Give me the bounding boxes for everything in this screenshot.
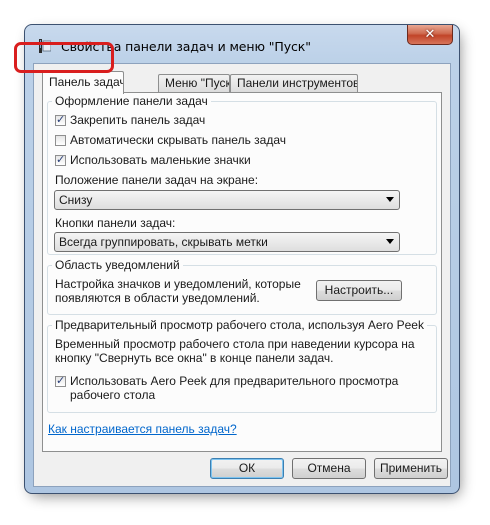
aero-peek-checkbox[interactable]: ✓ [55, 375, 66, 387]
auto-hide-option[interactable]: Автоматически скрывать панель задач [55, 133, 286, 147]
tab-panel-taskbar: Оформление панели задач ✓ Закрепить панел… [42, 92, 442, 452]
appearance-group-label: Оформление панели задач [52, 94, 211, 108]
small-icons-label: Использовать маленькие значки [70, 153, 251, 167]
tab-highlight-annotation [14, 42, 114, 73]
customize-button[interactable]: Настроить... [316, 280, 402, 301]
notification-group-label: Область уведомлений [52, 258, 183, 272]
buttons-dropdown[interactable]: Всегда группировать, скрывать метки [54, 232, 400, 252]
auto-hide-checkbox[interactable] [55, 135, 66, 146]
dialog-client: Меню "Пуск" Панели инструментов Панель з… [33, 63, 451, 487]
aero-peek-group-label: Предварительный просмотр рабочего стола,… [52, 318, 427, 332]
notification-description: Настройка значков и уведомлений, которые… [55, 277, 301, 305]
notification-group: Область уведомлений Настройка значков и … [47, 258, 437, 315]
buttons-value: Всегда группировать, скрывать метки [59, 235, 268, 249]
appearance-group: Оформление панели задач ✓ Закрепить панел… [47, 94, 437, 255]
lock-taskbar-checkbox[interactable]: ✓ [55, 114, 66, 126]
lock-taskbar-option[interactable]: ✓ Закрепить панель задач [55, 113, 205, 127]
buttons-label: Кнопки панели задач: [55, 216, 176, 230]
location-dropdown[interactable]: Снизу [54, 190, 400, 210]
aero-peek-label: Использовать Aero Peek для предварительн… [70, 374, 399, 388]
close-button[interactable]: ✕ [407, 25, 453, 45]
tab-label: Меню "Пуск" [165, 76, 230, 90]
description-line: Настройка значков и уведомлений, которые [55, 277, 301, 291]
cancel-button[interactable]: Отмена [292, 458, 366, 479]
chevron-down-icon [386, 239, 394, 244]
close-icon: ✕ [424, 26, 436, 41]
tab-strip: Меню "Пуск" Панели инструментов Панель з… [42, 71, 442, 94]
chevron-down-icon [386, 197, 394, 202]
location-value: Снизу [59, 193, 93, 207]
lock-taskbar-label: Закрепить панель задач [70, 113, 206, 127]
aero-peek-label-continuation: рабочего стола [70, 388, 156, 402]
tab-label: Панели инструментов [237, 76, 358, 90]
tab-label: Панель задач [49, 75, 124, 89]
properties-window: Свойства панели задач и меню "Пуск" ✕ Ме… [24, 24, 460, 494]
tab-taskbar[interactable]: Панель задач [42, 71, 124, 94]
auto-hide-label: Автоматически скрывать панель задач [70, 133, 287, 147]
small-icons-checkbox[interactable]: ✓ [55, 154, 66, 166]
checkmark-icon: ✓ [56, 375, 66, 387]
tab-start-menu[interactable]: Меню "Пуск" [158, 74, 230, 92]
description-line: кнопку "Свернуть все окна" в конце панел… [55, 351, 334, 365]
aero-peek-group: Предварительный просмотр рабочего стола,… [47, 318, 437, 413]
description-line: Временный просмотр рабочего стола при на… [55, 337, 415, 351]
tab-toolbars[interactable]: Панели инструментов [230, 74, 358, 92]
aero-peek-option[interactable]: ✓ Использовать Aero Peek для предваритель… [55, 374, 398, 388]
description-line: появляются в области уведомлений. [55, 291, 260, 305]
help-link[interactable]: Как настраивается панель задач? [48, 422, 237, 436]
small-icons-option[interactable]: ✓ Использовать маленькие значки [55, 153, 251, 167]
aero-peek-description: Временный просмотр рабочего стола при на… [55, 337, 415, 365]
ok-button[interactable]: ОК [210, 458, 284, 479]
checkmark-icon: ✓ [56, 114, 66, 126]
location-label: Положение панели задач на экране: [55, 173, 259, 187]
apply-button[interactable]: Применить [374, 458, 448, 479]
checkmark-icon: ✓ [56, 154, 66, 166]
